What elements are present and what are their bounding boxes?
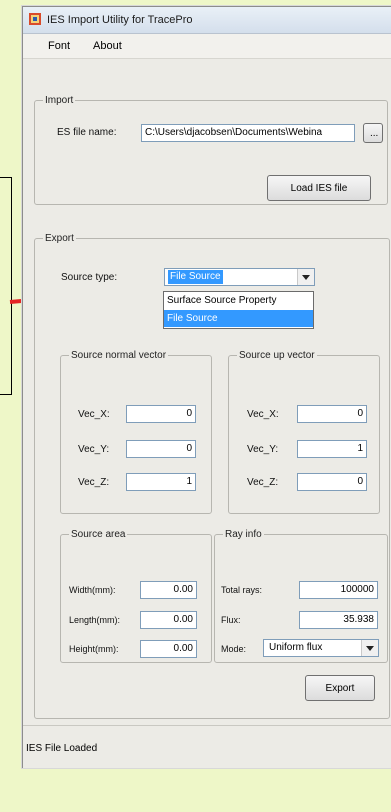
- normal-vec-y-input[interactable]: 0: [126, 440, 196, 458]
- total-rays-label: Total rays:: [221, 585, 263, 595]
- title-bar: IES Import Utility for TracePro: [23, 7, 391, 34]
- width-label: Width(mm):: [69, 585, 116, 595]
- chevron-down-icon[interactable]: [297, 269, 314, 285]
- normal-vec-z-label: Vec_Z:: [78, 477, 110, 488]
- height-input[interactable]: 0.00: [140, 640, 197, 658]
- up-vec-x-label: Vec_X:: [247, 409, 279, 420]
- width-input[interactable]: 0.00: [140, 581, 197, 599]
- source-type-option-file-source[interactable]: File Source: [164, 310, 313, 327]
- up-vec-y-label: Vec_Y:: [247, 444, 279, 455]
- import-group-legend: Import: [45, 95, 74, 106]
- up-vec-y-input[interactable]: 1: [297, 440, 367, 458]
- length-label: Length(mm):: [69, 615, 121, 625]
- source-normal-vector-legend: Source normal vector: [71, 350, 167, 361]
- total-rays-input[interactable]: 100000: [299, 581, 378, 599]
- source-type-dropdown-list: Surface Source Property File Source: [163, 291, 314, 329]
- length-input[interactable]: 0.00: [140, 611, 197, 629]
- normal-vec-x-input[interactable]: 0: [126, 405, 196, 423]
- flux-input[interactable]: 35.938: [299, 611, 378, 629]
- window-title: IES Import Utility for TracePro: [47, 14, 193, 26]
- height-label: Height(mm):: [69, 644, 119, 654]
- status-text: IES File Loaded: [26, 743, 98, 754]
- normal-vec-z-input[interactable]: 1: [126, 473, 196, 491]
- es-file-name-input[interactable]: C:\Users\djacobsen\Documents\Webina: [141, 124, 355, 142]
- app-window: IES Import Utility for TracePro Font Abo…: [22, 6, 391, 768]
- load-ies-file-button[interactable]: Load IES file: [267, 175, 371, 201]
- mode-selected-value: Uniform flux: [269, 642, 323, 653]
- normal-vec-x-label: Vec_X:: [78, 409, 110, 420]
- up-vec-x-input[interactable]: 0: [297, 405, 367, 423]
- export-group-legend: Export: [45, 233, 74, 244]
- source-area-legend: Source area: [71, 529, 126, 540]
- export-button[interactable]: Export: [305, 675, 375, 701]
- status-bar: IES File Loaded: [23, 725, 391, 768]
- flux-label: Flux:: [221, 615, 241, 625]
- normal-vec-y-label: Vec_Y:: [78, 444, 110, 455]
- ray-info-legend: Ray info: [225, 529, 262, 540]
- browse-button[interactable]: ...: [363, 123, 383, 143]
- source-up-vector-legend: Source up vector: [239, 350, 315, 361]
- source-type-label: Source type:: [61, 272, 118, 283]
- menu-about[interactable]: About: [93, 40, 122, 52]
- menu-font[interactable]: Font: [48, 40, 70, 52]
- app-icon: [29, 13, 41, 25]
- mode-chevron-down-icon[interactable]: [361, 640, 378, 656]
- mode-select[interactable]: Uniform flux: [263, 639, 379, 657]
- up-vec-z-input[interactable]: 0: [297, 473, 367, 491]
- es-file-name-label: ES file name:: [57, 127, 117, 138]
- menu-bar: Font About: [23, 34, 391, 59]
- source-type-select[interactable]: File Source: [164, 268, 315, 286]
- up-vec-z-label: Vec_Z:: [247, 477, 279, 488]
- source-type-option-surface-source-property[interactable]: Surface Source Property: [164, 292, 313, 309]
- mode-label: Mode:: [221, 644, 247, 654]
- source-type-selected-value: File Source: [168, 270, 223, 284]
